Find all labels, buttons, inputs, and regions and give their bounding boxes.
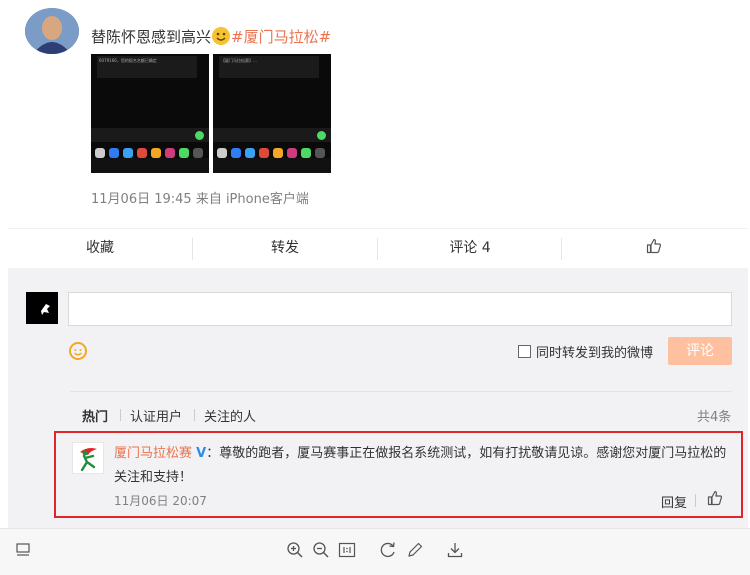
submit-comment-button[interactable]: 评论	[668, 337, 732, 365]
weibo-content: 替陈怀恩感到高兴 #厦门马拉松# 6079166，您的报名名额已确定 【厦门马拉松…	[0, 0, 750, 528]
actual-size-icon[interactable]	[336, 539, 358, 561]
thumb-caption: 【厦门马拉松赛】…	[221, 58, 257, 63]
repost-button[interactable]: 转发	[193, 229, 377, 267]
post-body: 替陈怀恩感到高兴	[91, 28, 212, 46]
post-image-1[interactable]: 6079166，您的报名名额已确定	[91, 54, 209, 173]
divider	[70, 391, 732, 392]
viewer-toolbar	[0, 528, 750, 575]
thumbs-up-icon	[646, 238, 662, 254]
comment-count: 共4条	[697, 410, 732, 425]
filter-verified[interactable]: 认证用户	[130, 406, 182, 425]
filter-following[interactable]: 关注的人	[204, 406, 256, 425]
post-meta: 11月06日 19:45 来自 iPhone客户端	[91, 192, 309, 207]
layout-toggle-icon[interactable]	[12, 539, 34, 561]
download-icon[interactable]	[444, 539, 466, 561]
comment-input[interactable]	[68, 292, 732, 326]
edit-pencil-icon[interactable]	[404, 539, 426, 561]
repost-option-label[interactable]: 同时转发到我的微博	[536, 342, 653, 361]
my-avatar	[26, 292, 58, 324]
zoom-in-icon[interactable]	[284, 539, 306, 561]
hashtag-link[interactable]: #厦门马拉松#	[231, 28, 331, 46]
rotate-icon[interactable]	[377, 539, 399, 561]
post-text: 替陈怀恩感到高兴 #厦门马拉松#	[91, 26, 331, 47]
highlight-box	[54, 431, 743, 518]
post-image-2[interactable]: 【厦门马拉松赛】…	[213, 54, 331, 173]
post-author-avatar[interactable]	[25, 8, 79, 54]
favorite-button[interactable]: 收藏	[8, 229, 192, 267]
zoom-out-icon[interactable]	[310, 539, 332, 561]
filter-hot[interactable]: 热门	[82, 406, 108, 425]
repost-checkbox[interactable]	[518, 345, 531, 358]
thumb-caption: 6079166，您的报名名额已确定	[99, 58, 157, 63]
emoji-picker-icon[interactable]	[69, 342, 87, 360]
comment-button[interactable]: 评论 4	[378, 229, 562, 267]
smile-emoji-icon	[212, 27, 231, 45]
like-button[interactable]	[562, 229, 746, 267]
post-actions: 收藏 转发 评论 4	[8, 228, 748, 267]
